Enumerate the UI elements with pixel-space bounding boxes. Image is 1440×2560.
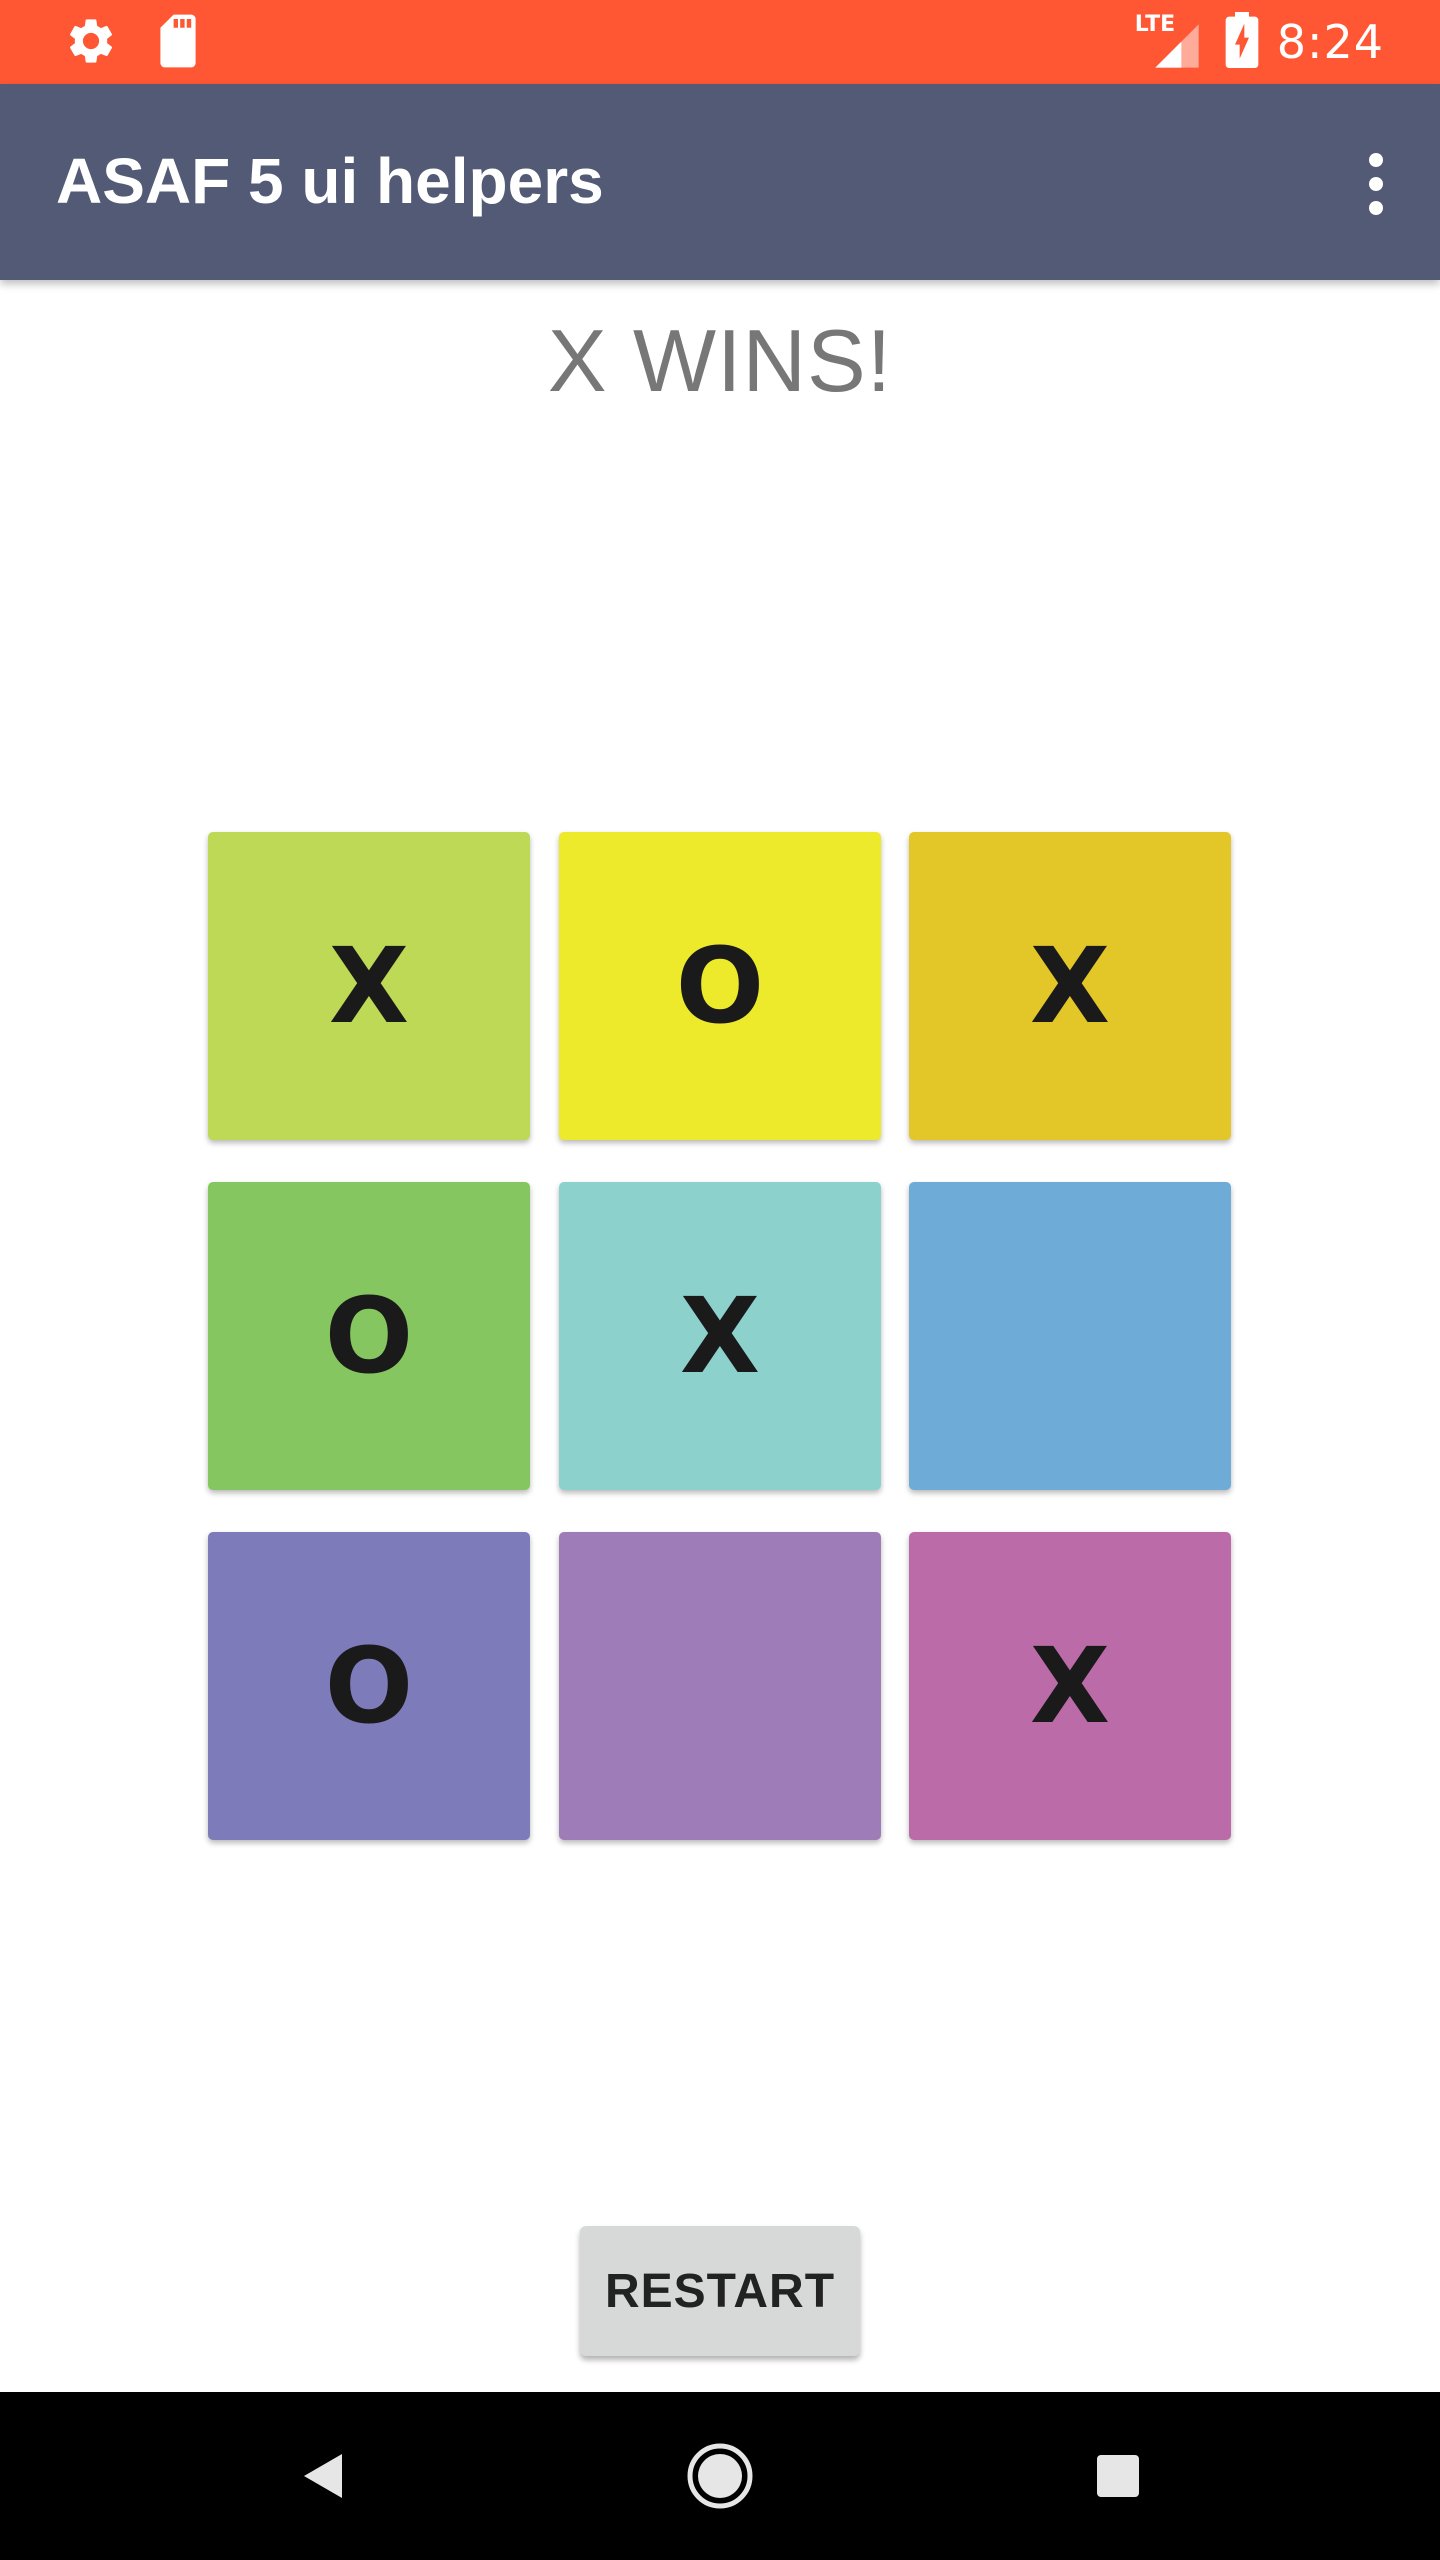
recents-icon	[1097, 2455, 1139, 2497]
board-cell-9[interactable]: X	[909, 1532, 1231, 1840]
board-cell-2[interactable]: O	[559, 832, 881, 1140]
navigation-bar	[0, 2392, 1440, 2560]
home-icon	[687, 2443, 753, 2509]
nav-back-button[interactable]	[282, 2436, 362, 2516]
game-status-text: X WINS!	[547, 311, 893, 410]
app-bar: ASAF 5 ui helpers	[0, 84, 1440, 280]
app-title: ASAF 5 ui helpers	[56, 145, 604, 217]
sd-card-icon	[156, 14, 200, 72]
board-cell-7[interactable]: O	[208, 1532, 530, 1840]
signal-icon: LTE	[1135, 12, 1207, 72]
back-icon	[304, 2454, 342, 2498]
board-cell-8[interactable]	[559, 1532, 881, 1840]
settings-icon	[64, 14, 118, 72]
restart-button[interactable]: RESTART	[580, 2226, 860, 2356]
battery-charging-icon	[1225, 12, 1259, 72]
nav-home-button[interactable]	[680, 2436, 760, 2516]
more-vert-icon	[1369, 153, 1383, 215]
game-board: X O X O X O X	[208, 832, 1232, 1840]
status-bar: LTE 8:24	[0, 0, 1440, 84]
board-cell-4[interactable]: O	[208, 1182, 530, 1490]
board-cell-3[interactable]: X	[909, 832, 1231, 1140]
nav-recents-button[interactable]	[1078, 2436, 1158, 2516]
overflow-menu-button[interactable]	[1348, 144, 1404, 224]
board-cell-1[interactable]: X	[208, 832, 530, 1140]
status-left-icons	[64, 14, 200, 72]
status-time: 8:24	[1276, 15, 1384, 69]
status-right-icons: LTE 8:24	[1135, 12, 1384, 72]
board-cell-6[interactable]	[909, 1182, 1231, 1490]
board-cell-5[interactable]: X	[559, 1182, 881, 1490]
